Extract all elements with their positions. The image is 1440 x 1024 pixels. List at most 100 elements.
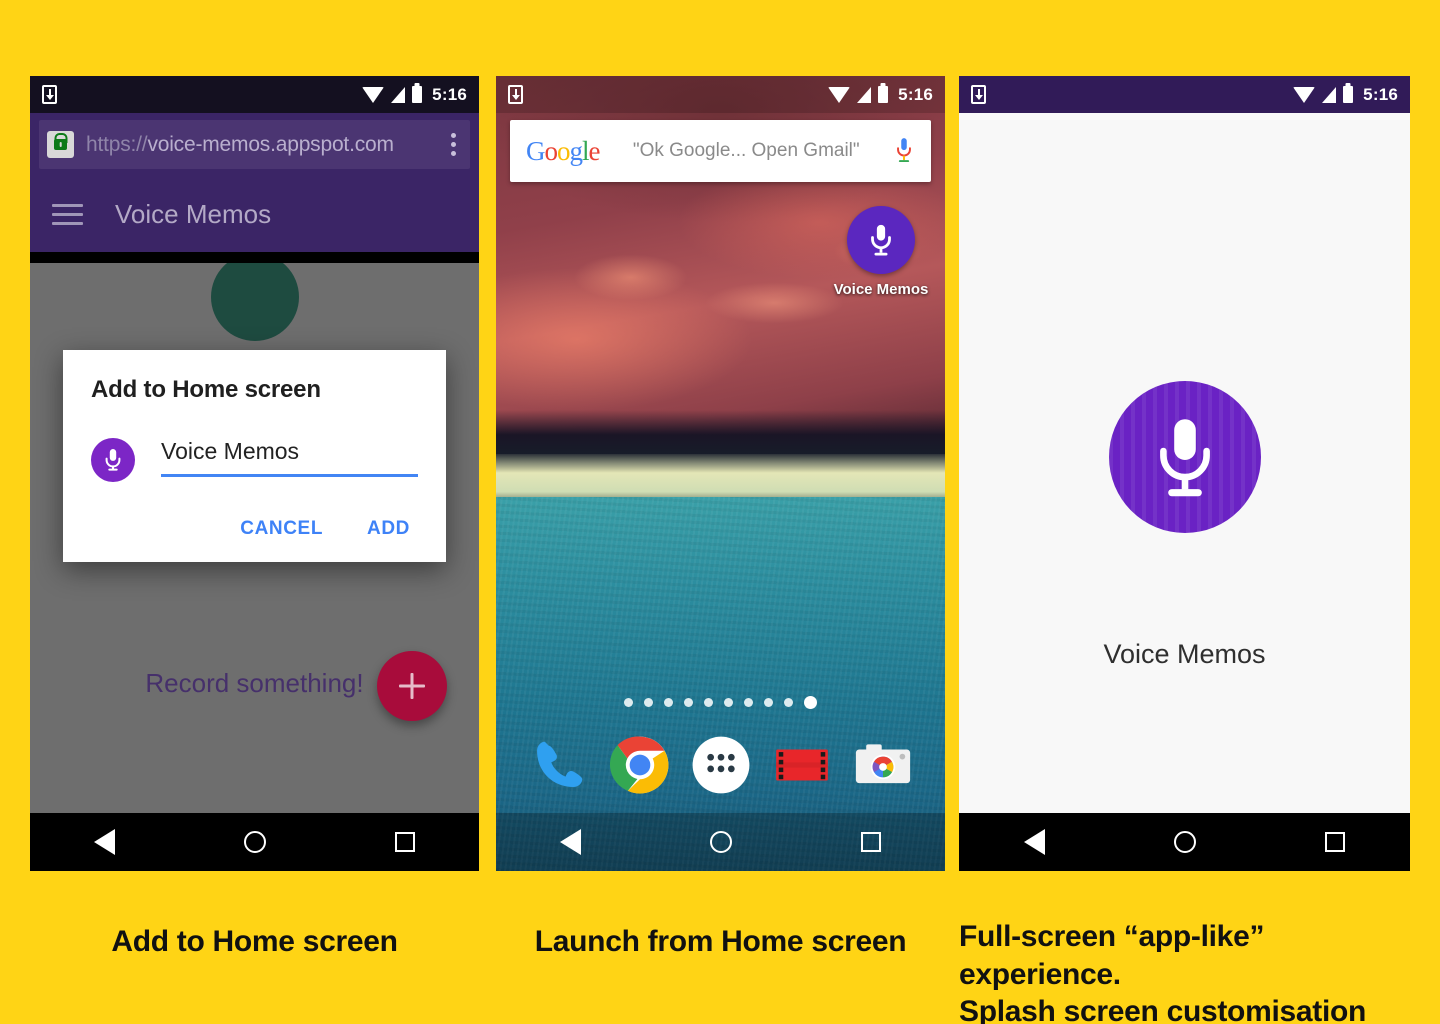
status-bar: 5:16 [30, 76, 479, 113]
caption-3-line-1: Full-screen “app-like” experience. [959, 920, 1265, 991]
google-logo-letter: g [569, 135, 583, 166]
phone-3-splash-screen: 5:16 Voice Memos [959, 76, 1410, 871]
play-movies-icon[interactable] [771, 734, 833, 796]
caption-3-line-2: Splash screen customisation [959, 995, 1367, 1024]
signal-icon [857, 86, 872, 103]
back-triangle-icon[interactable] [1023, 829, 1045, 855]
shortcut-name-input[interactable]: Voice Memos [161, 438, 418, 474]
chrome-glyph [609, 736, 668, 794]
phone-1-add-to-home-screen: 5:16 https://voice-memos.appspot.com Voi… [30, 76, 479, 871]
status-bar-clock: 5:16 [1363, 84, 1398, 104]
page-dot[interactable] [664, 698, 673, 707]
google-logo-letter: o [557, 135, 570, 166]
download-icon [971, 85, 986, 104]
status-bar-clock: 5:16 [898, 84, 933, 104]
wifi-icon [362, 86, 385, 103]
home-circle-icon[interactable] [243, 831, 266, 853]
add-button[interactable]: ADD [367, 518, 410, 540]
signal-icon [391, 86, 406, 103]
dialog-actions: CANCEL ADD [91, 518, 418, 548]
page-dot[interactable] [784, 698, 793, 707]
google-logo-letter: G [526, 135, 545, 166]
chrome-icon[interactable] [609, 734, 671, 796]
app-bar-title: Voice Memos [115, 199, 272, 229]
microphone-icon [1108, 381, 1261, 533]
microphone-icon [847, 206, 915, 274]
navigation-bar [30, 813, 479, 871]
address-bar[interactable]: https://voice-memos.appspot.com [39, 120, 470, 169]
status-bar-right: 5:16 [828, 85, 933, 105]
input-underline [161, 474, 418, 477]
home-circle-icon[interactable] [1173, 831, 1196, 853]
hamburger-menu-icon[interactable] [52, 204, 83, 225]
page-dot-active[interactable] [804, 696, 817, 709]
page-dot[interactable] [624, 698, 633, 707]
status-bar-right: 5:16 [1293, 85, 1398, 105]
page-indicator [496, 696, 945, 709]
phone-glyph [536, 741, 582, 787]
battery-icon [1343, 86, 1354, 103]
back-triangle-icon[interactable] [560, 829, 582, 855]
plus-icon [399, 673, 425, 699]
phone-icon[interactable] [528, 734, 590, 796]
status-bar-left [508, 85, 523, 104]
google-logo: Google [526, 136, 600, 167]
page-dot[interactable] [684, 698, 693, 707]
voice-search-mic-icon[interactable] [893, 136, 915, 166]
home-circle-icon[interactable] [709, 831, 732, 853]
navigation-bar [496, 813, 945, 871]
overflow-menu-icon[interactable] [445, 133, 462, 156]
recents-square-icon[interactable] [860, 832, 881, 852]
status-bar-left [42, 85, 57, 104]
dialog-body: Voice Memos [91, 438, 418, 482]
url-text: https://voice-memos.appspot.com [86, 133, 394, 157]
home-screen-shortcut-voice-memos[interactable]: Voice Memos [833, 206, 929, 298]
page-dot[interactable] [764, 698, 773, 707]
page-dot[interactable] [704, 698, 713, 707]
status-bar-right: 5:16 [362, 85, 467, 105]
splash-screen: Voice Memos [959, 113, 1410, 813]
phone-2-home-screen: 5:16 Google "Ok Google... Open Gmail" Vo… [496, 76, 945, 871]
camera-icon[interactable] [852, 734, 914, 796]
status-bar-left [971, 85, 986, 104]
app-drawer-icon[interactable] [690, 734, 752, 796]
microphone-glyph [105, 449, 121, 471]
status-bar: 5:16 [496, 76, 945, 113]
cancel-button[interactable]: CANCEL [240, 518, 323, 540]
battery-icon [412, 86, 423, 103]
back-triangle-icon[interactable] [94, 829, 116, 855]
google-search-widget[interactable]: Google "Ok Google... Open Gmail" [510, 120, 931, 182]
home-screen-dock [496, 727, 945, 803]
microphone-icon [91, 438, 135, 482]
page-dot[interactable] [644, 698, 653, 707]
recents-square-icon[interactable] [394, 832, 415, 852]
page-dot[interactable] [724, 698, 733, 707]
status-bar: 5:16 [959, 76, 1410, 113]
url-scheme: https:// [86, 132, 148, 156]
battery-icon [878, 86, 889, 103]
record-avatar-behind-dialog [210, 263, 299, 341]
download-icon [42, 85, 57, 104]
lock-icon [47, 131, 74, 158]
shortcut-name-field-wrap: Voice Memos [161, 438, 418, 477]
caption-1: Add to Home screen [111, 925, 398, 958]
google-logo-letter: o [544, 135, 558, 166]
shortcut-label: Voice Memos [833, 281, 929, 298]
camera-glyph [855, 744, 910, 784]
app-bar: Voice Memos [30, 177, 479, 252]
play-movies-glyph [775, 749, 828, 781]
signal-icon [1322, 86, 1337, 103]
add-to-home-screen-dialog: Add to Home screen Voice Memos CANCEL AD… [63, 350, 446, 562]
splash-app-name: Voice Memos [1103, 639, 1266, 669]
slide-stage: 5:16 https://voice-memos.appspot.com Voi… [0, 0, 1440, 1024]
url-host: voice-memos.appspot.com [147, 132, 394, 156]
browser-toolbar: https://voice-memos.appspot.com [30, 113, 479, 177]
add-record-fab[interactable] [377, 651, 447, 721]
search-hint-text: "Ok Google... Open Gmail" [632, 140, 860, 161]
google-logo-letter: e [588, 135, 601, 166]
caption-3: Full-screen “app-like” experience. Splas… [959, 918, 1429, 1024]
recents-square-icon[interactable] [1325, 832, 1346, 852]
page-dot[interactable] [744, 698, 753, 707]
microphone-glyph [897, 138, 911, 163]
dialog-title: Add to Home screen [91, 376, 321, 403]
